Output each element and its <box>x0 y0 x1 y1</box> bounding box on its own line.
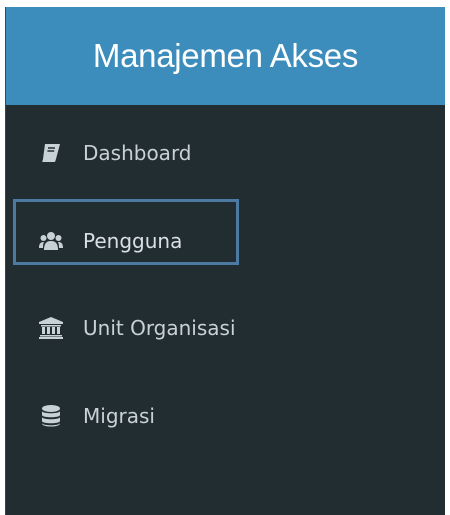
sidebar-item-unit-organisasi[interactable]: Unit Organisasi <box>6 308 236 348</box>
institution-icon <box>39 316 63 340</box>
sidebar-item-dashboard[interactable]: Dashboard <box>6 133 192 173</box>
database-icon <box>39 404 63 428</box>
sidebar-item-label: Pengguna <box>83 229 183 253</box>
sidebar-item-migrasi[interactable]: Migrasi <box>6 396 155 436</box>
sidebar-item-label: Migrasi <box>83 404 155 428</box>
sidebar-item-label: Unit Organisasi <box>83 316 236 340</box>
users-icon <box>39 229 63 253</box>
sidebar-header: Manajemen Akses <box>6 7 445 105</box>
sidebar-item-label: Dashboard <box>83 141 192 165</box>
sidebar-item-pengguna[interactable]: Pengguna <box>6 221 182 261</box>
app-title: Manajemen Akses <box>92 37 359 74</box>
book-icon <box>39 141 63 165</box>
sidebar: Manajemen Akses Dashboard Pengguna Unit … <box>5 7 445 515</box>
